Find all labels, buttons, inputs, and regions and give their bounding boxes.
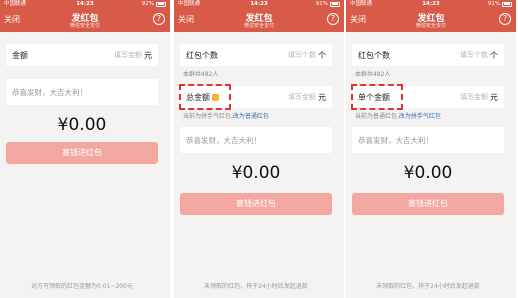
amount-display: ¥0.00 xyxy=(231,163,281,183)
screen-single-redpacket: 中国联通 14:23 92% 关闭 发红包 微信安全支付 ? 金额 填写金额 元… xyxy=(0,0,170,298)
footer-note: 未领取的红包，将于24小时后发起退款 xyxy=(204,283,308,290)
battery-percent: 92% xyxy=(141,1,154,7)
battery-area: 91% xyxy=(488,0,512,8)
page-subtitle: 微信安全支付 xyxy=(415,23,446,29)
send-button[interactable]: 塞钱进红包 xyxy=(6,142,158,164)
greeting-input[interactable]: 恭喜发财，大吉大利！ xyxy=(6,79,158,105)
send-button[interactable]: 塞钱进红包 xyxy=(180,193,332,215)
amount-input[interactable]: 填写金额 xyxy=(114,50,142,60)
count-field[interactable]: 红包个数 填写个数 个 xyxy=(352,44,504,66)
screen-normal-redpacket: 中国联通 14:23 91% 关闭 发红包 微信安全支付 ? 红包个数 填写个数… xyxy=(346,0,516,298)
count-input[interactable]: 填写个数 xyxy=(288,50,316,60)
battery-icon xyxy=(156,1,166,7)
battery-icon xyxy=(330,1,340,7)
battery-area: 91% xyxy=(316,0,340,8)
battery-area: 92% xyxy=(142,0,166,8)
amount-label: 金额 xyxy=(12,51,28,60)
group-size-note: 本群共482人 xyxy=(355,71,391,78)
count-input[interactable]: 填写个数 xyxy=(460,50,488,60)
nav-bar: 关闭 发红包 微信安全支付 ? xyxy=(346,8,516,32)
help-icon[interactable]: ? xyxy=(499,13,511,25)
send-button[interactable]: 塞钱进红包 xyxy=(352,193,504,215)
status-bar: 中国联通 14:23 92% xyxy=(0,0,170,8)
footer-note: 未领取的红包，将于24小时后发起退款 xyxy=(376,283,480,290)
mode-note: 当前为普通红包,改为拼手气红包 xyxy=(355,113,441,120)
group-size-note: 本群共482人 xyxy=(183,71,219,78)
amount-display: ¥0.00 xyxy=(57,115,107,135)
battery-percent: 91% xyxy=(315,1,328,7)
switch-mode-link[interactable]: 改为拼手气红包 xyxy=(399,113,441,120)
greeting-input[interactable]: 恭喜发财，大吉大利！ xyxy=(352,127,504,153)
count-unit-label: 个 xyxy=(318,51,326,60)
count-label: 红包个数 xyxy=(186,51,218,60)
unit-label: 元 xyxy=(144,51,152,60)
count-unit-label: 个 xyxy=(490,51,498,60)
screen-lucky-redpacket: 中国联通 14:23 91% 关闭 发红包 微信安全支付 ? 红包个数 填写个数… xyxy=(174,0,344,298)
unit-label: 元 xyxy=(490,93,498,102)
count-label: 红包个数 xyxy=(358,51,390,60)
nav-bar: 关闭 发红包 微信安全支付 ? xyxy=(174,8,344,32)
amount-display: ¥0.00 xyxy=(403,163,453,183)
highlight-box xyxy=(179,84,231,110)
battery-percent: 91% xyxy=(487,1,500,7)
unit-label: 元 xyxy=(318,93,326,102)
amount-field[interactable]: 金额 填写金额 元 xyxy=(6,44,158,66)
page-subtitle: 微信安全支付 xyxy=(69,23,100,29)
help-icon[interactable]: ? xyxy=(153,13,165,25)
battery-icon xyxy=(502,1,512,7)
highlight-box xyxy=(351,84,403,110)
footer-note: 对方可领取的红包金额为0.01~200元 xyxy=(31,283,133,290)
page-subtitle: 微信安全支付 xyxy=(243,23,274,29)
status-bar: 中国联通 14:23 91% xyxy=(346,0,516,8)
nav-bar: 关闭 发红包 微信安全支付 ? xyxy=(0,8,170,32)
greeting-input[interactable]: 恭喜发财，大吉大利！ xyxy=(180,127,332,153)
switch-mode-link[interactable]: 改为普通红包 xyxy=(233,113,269,120)
count-field[interactable]: 红包个数 填写个数 个 xyxy=(180,44,332,66)
mode-note: 当前为拼手气红包,改为普通红包 xyxy=(183,113,269,120)
amount-input[interactable]: 填写金额 xyxy=(288,92,316,102)
help-icon[interactable]: ? xyxy=(327,13,339,25)
amount-input[interactable]: 填写金额 xyxy=(460,92,488,102)
status-bar: 中国联通 14:23 91% xyxy=(174,0,344,8)
